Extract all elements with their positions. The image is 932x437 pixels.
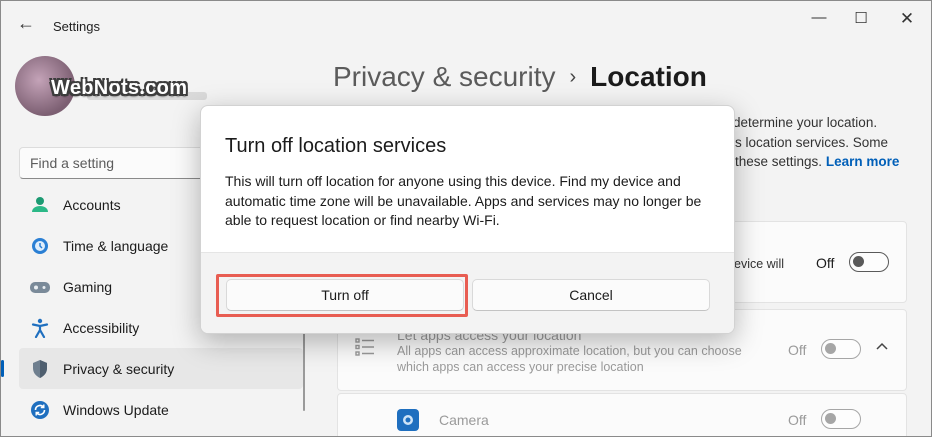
camera-icon	[397, 409, 419, 431]
apps-card-subtitle: All apps can access approximate location…	[397, 344, 742, 374]
description-line: determine your location.	[733, 115, 878, 130]
camera-label: Camera	[439, 412, 489, 428]
dialog-footer: Turn off Cancel	[201, 252, 734, 333]
apps-location-toggle[interactable]	[821, 339, 861, 359]
app-title: Settings	[53, 19, 100, 34]
maximize-button[interactable]: ☐	[851, 9, 871, 27]
sidebar-item-label: Time & language	[63, 237, 169, 254]
shield-icon	[29, 358, 51, 380]
description-line: these settings.	[735, 154, 823, 169]
sidebar-item-label: Windows Update	[63, 401, 169, 418]
turn-off-button[interactable]: Turn off	[226, 279, 464, 311]
dialog-title: Turn off location services	[225, 135, 447, 157]
time-language-icon	[29, 235, 51, 257]
breadcrumb-separator: ›	[569, 66, 577, 88]
apps-toggle-label: Off	[788, 342, 807, 358]
camera-toggle-label: Off	[788, 412, 807, 428]
watermark-logo: WebNots.com	[51, 77, 188, 99]
sidebar-item-label: Accounts	[63, 196, 121, 213]
turn-off-location-dialog: Turn off location services This will tur…	[200, 105, 735, 334]
sidebar-item-label: Gaming	[63, 278, 113, 295]
location-toggle-label: Off	[816, 255, 835, 271]
description-line: s location services. Some	[735, 134, 889, 150]
dialog-message: This will turn off location for anyone u…	[225, 173, 702, 228]
sidebar-item-label: Accessibility	[63, 319, 140, 336]
chevron-up-icon[interactable]	[875, 338, 889, 354]
location-services-toggle[interactable]	[849, 252, 889, 272]
page-title: Location	[590, 61, 707, 92]
title-bar: ← Settings — ☐ ✕	[1, 1, 931, 51]
breadcrumb-parent[interactable]: Privacy & security	[333, 61, 556, 92]
cancel-button[interactable]: Cancel	[472, 279, 710, 311]
sidebar-item-windows-update[interactable]: Windows Update	[19, 389, 303, 430]
camera-location-toggle[interactable]	[821, 409, 861, 429]
page-description: determine your location. s location serv…	[733, 113, 915, 172]
back-arrow-icon[interactable]: ←	[17, 13, 35, 34]
sidebar-item-privacy-security[interactable]: Privacy & security	[1, 348, 303, 389]
minimize-button[interactable]: —	[809, 9, 829, 26]
gaming-icon	[29, 276, 51, 298]
sidebar-item-label: Privacy & security	[63, 360, 175, 377]
search-input[interactable]: Find a setting	[19, 147, 219, 179]
learn-more-link[interactable]: Learn more	[826, 154, 900, 169]
accessibility-icon	[29, 317, 51, 339]
list-icon	[355, 338, 375, 361]
settings-window: ← Settings — ☐ ✕ WebNots.com Find a sett…	[0, 0, 932, 437]
location-card-text: evice will	[734, 257, 785, 271]
accounts-icon	[29, 194, 51, 216]
update-icon	[29, 399, 51, 421]
breadcrumb: Privacy & security › Location	[333, 61, 707, 93]
close-button[interactable]: ✕	[897, 9, 917, 29]
